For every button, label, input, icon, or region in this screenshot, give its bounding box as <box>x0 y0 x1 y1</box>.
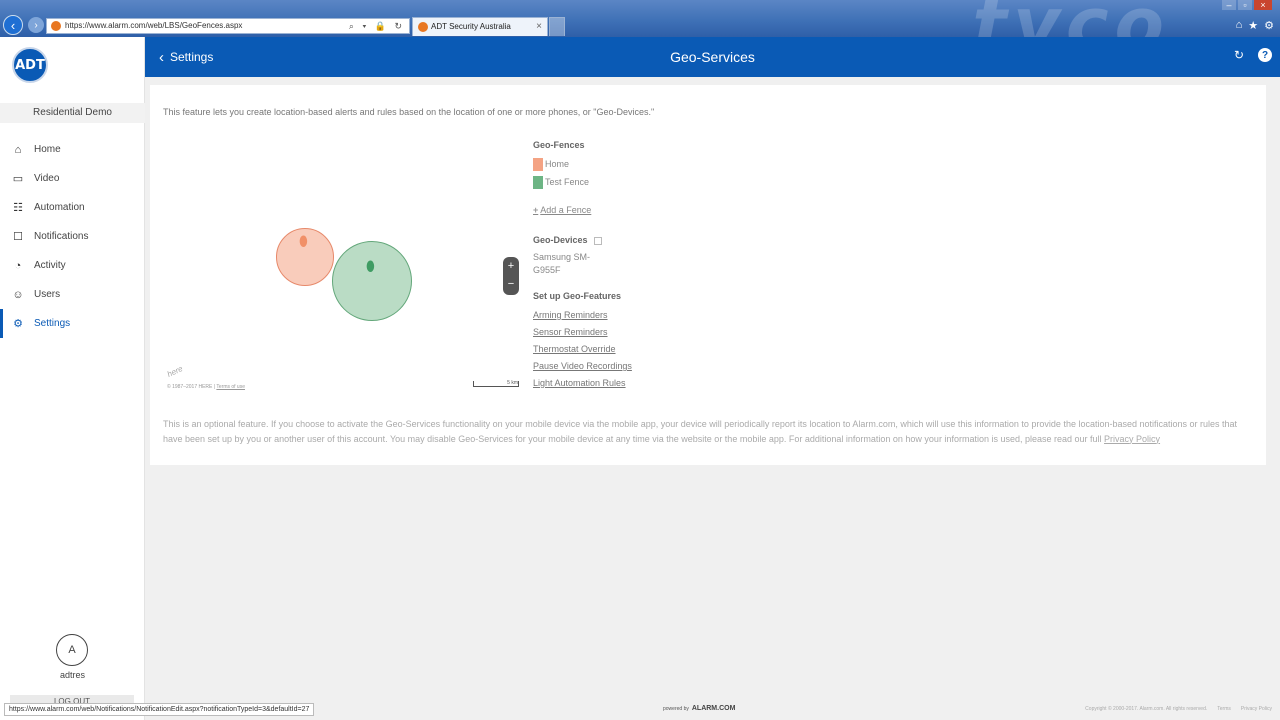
page-title: Geo-Services <box>670 49 755 65</box>
address-controls[interactable]: ⌕ ▾ 🔒 ↻ <box>349 19 405 33</box>
video-icon: ▭ <box>12 173 24 185</box>
geo-fences-title: Geo-Fences <box>533 140 585 150</box>
footer-privacy-link[interactable]: Privacy Policy <box>1241 706 1272 712</box>
geo-services-panel: This feature lets you create location-ba… <box>150 85 1266 465</box>
browser-home-icon[interactable]: ⌂ <box>1236 19 1243 32</box>
privacy-policy-link[interactable]: Privacy Policy <box>1104 434 1160 444</box>
fence-label: Home <box>545 159 570 169</box>
geo-devices-title: Geo-Devices <box>533 235 833 245</box>
add-fence-link[interactable]: + Add a Fence <box>533 205 833 215</box>
powered-by-label: powered by <box>663 705 689 712</box>
sidebar-item-label: Users <box>34 289 61 300</box>
avatar[interactable]: A <box>56 634 88 666</box>
light-automation-rules-link[interactable]: Light Automation Rules <box>533 375 833 392</box>
window-close-icon[interactable]: × <box>1254 0 1272 10</box>
fence-item-test-fence[interactable]: Test Fence <box>533 173 833 191</box>
sidebar-item-notifications[interactable]: ☐ Notifications <box>0 222 145 251</box>
test-fence-circle[interactable] <box>332 241 412 321</box>
notification-icon: ☐ <box>13 231 23 243</box>
sidebar-item-video[interactable]: ▭ Video <box>0 164 145 193</box>
browser-toolbar-icons: ⌂ ★ ⚙ <box>1236 19 1274 32</box>
zoom-out-button[interactable]: − <box>503 275 519 293</box>
map-provider-logo: here <box>165 364 185 379</box>
footer-terms-link[interactable]: Terms <box>1217 706 1231 712</box>
powered-by: powered by ALARM.COM <box>663 705 735 712</box>
map-copyright: © 1987–2017 HERE | Terms of use <box>167 384 245 390</box>
refresh-icon[interactable]: ↻ <box>1234 48 1244 62</box>
fence-swatch <box>533 175 543 189</box>
geo-devices-label: Geo-Devices <box>533 235 588 245</box>
browser-tab[interactable]: ADT Security Australia × <box>412 17 548 36</box>
address-bar[interactable]: https://www.alarm.com/web/LBS/GeoFences.… <box>46 18 410 34</box>
maximize-icon[interactable]: ▫ <box>1238 0 1252 10</box>
browser-status-bar: https://www.alarm.com/web/Notifications/… <box>4 703 315 716</box>
tab-favicon-icon <box>418 22 428 32</box>
forward-icon[interactable]: › <box>28 17 44 33</box>
sidebar-item-label: Automation <box>34 202 85 213</box>
pause-video-recordings-link[interactable]: Pause Video Recordings <box>533 358 833 375</box>
sidebar-item-label: Notifications <box>34 231 89 242</box>
window-controls: – ▫ × <box>1222 0 1272 10</box>
back-icon[interactable]: ‹ <box>3 15 23 35</box>
browser-settings-gear-icon[interactable]: ⚙ <box>1264 19 1274 32</box>
map-copyright-text: © 1987–2017 HERE | <box>167 384 217 390</box>
sidebar-item-automation[interactable]: ☷ Automation <box>0 193 145 222</box>
footer-links: Copyright © 2000-2017. Alarm.com. All ri… <box>1085 706 1272 712</box>
tab-close-icon[interactable]: × <box>536 18 542 36</box>
users-icon: ☺ <box>12 288 24 301</box>
map-pin-icon[interactable]: ⬮ <box>299 233 308 250</box>
arming-reminders-link[interactable]: Arming Reminders <box>533 307 833 324</box>
activity-icon: ◔ <box>14 259 22 272</box>
geo-map[interactable]: ⬮ ⬮ + − here © 1987–2017 HERE | Terms of… <box>163 137 523 393</box>
sidebar-menu: ⌂ Home ▭ Video ☷ Automation ☐ Notificati… <box>0 135 145 338</box>
home-icon: ⌂ <box>14 143 22 156</box>
device-info-icon[interactable] <box>593 236 602 245</box>
new-tab-button[interactable] <box>549 17 565 36</box>
zoom-in-button[interactable]: + <box>503 257 519 275</box>
fence-label: Test Fence <box>545 177 590 187</box>
geo-details: Geo-Fences Home Test Fence + Add a Fence… <box>533 137 833 392</box>
desktop-watermark: tyco <box>973 0 1171 37</box>
geo-device[interactable]: Samsung SM-G955F <box>533 251 603 277</box>
map-terms-link[interactable]: Terms of use <box>216 384 245 390</box>
fence-item-home[interactable]: Home <box>533 155 833 173</box>
page-header: ‹ Settings Geo-Services ↻ ? <box>145 37 1280 77</box>
geo-features-title: Set up Geo-Features <box>533 291 622 301</box>
sidebar-item-label: Home <box>34 144 61 155</box>
header-icons: ↻ ? <box>1234 48 1272 62</box>
footer-copyright: Copyright © 2000-2017. Alarm.com. All ri… <box>1085 706 1208 712</box>
add-fence-label: Add a Fence <box>540 205 592 215</box>
sliders-icon: ☷ <box>13 202 23 214</box>
disclaimer: This is an optional feature. If you choo… <box>163 417 1253 446</box>
site-favicon-icon <box>51 21 61 31</box>
help-icon[interactable]: ? <box>1258 48 1272 62</box>
sidebar-item-label: Settings <box>34 318 71 329</box>
map-scale: 5 km <box>473 381 519 387</box>
address-url: https://www.alarm.com/web/LBS/GeoFences.… <box>65 21 243 30</box>
sidebar-item-label: Video <box>34 173 60 184</box>
sidebar-item-activity[interactable]: ◔ Activity <box>0 251 145 280</box>
sidebar-item-home[interactable]: ⌂ Home <box>0 135 145 164</box>
sidebar-item-users[interactable]: ☺ Users <box>0 280 145 309</box>
alarm-com-logo[interactable]: ALARM.COM <box>692 705 736 712</box>
sidebar-item-label: Activity <box>34 260 66 271</box>
minimize-icon[interactable]: – <box>1222 0 1236 10</box>
sidebar-item-settings[interactable]: ⚙ Settings <box>0 309 145 338</box>
browser-chrome: tyco ‹ › https://www.alarm.com/web/LBS/G… <box>0 0 1280 37</box>
gear-icon: ⚙ <box>13 318 23 330</box>
sidebar: ADT Residential Demo ⌂ Home ▭ Video ☷ Au… <box>0 37 145 720</box>
username: adtres <box>59 670 85 680</box>
zoom-control: + − <box>503 257 519 295</box>
adt-logo[interactable]: ADT <box>12 47 48 83</box>
map-pin-icon[interactable]: ⬮ <box>366 258 375 275</box>
fence-swatch <box>533 157 543 171</box>
sensor-reminders-link[interactable]: Sensor Reminders <box>533 324 833 341</box>
tab-title: ADT Security Australia <box>431 22 511 31</box>
disclaimer-text: This is an optional feature. If you choo… <box>163 419 1238 444</box>
thermostat-override-link[interactable]: Thermostat Override <box>533 341 833 358</box>
account-name[interactable]: Residential Demo <box>0 103 145 123</box>
plus-icon: + <box>533 205 539 215</box>
favorites-star-icon[interactable]: ★ <box>1248 19 1258 32</box>
intro-text: This feature lets you create location-ba… <box>163 107 655 117</box>
